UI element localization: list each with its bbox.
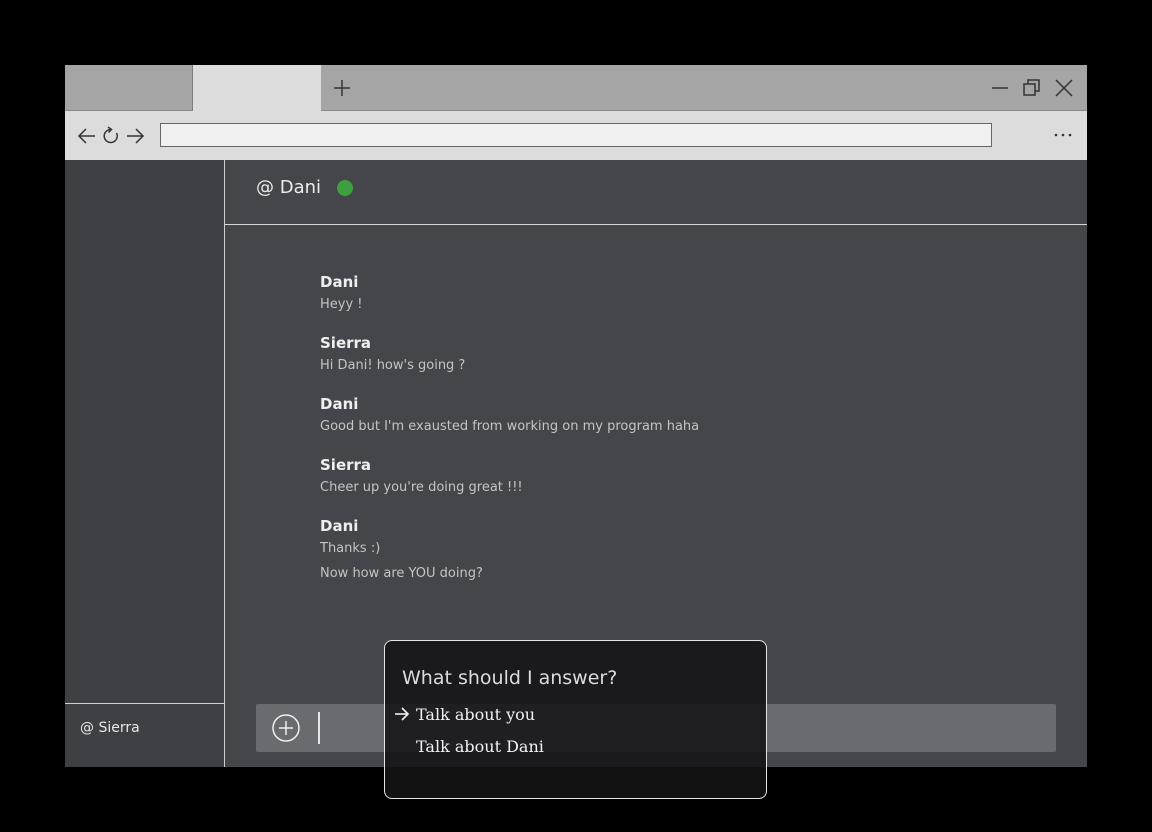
tab-active[interactable]: [193, 65, 321, 111]
current-user-label: @ Sierra: [80, 720, 140, 736]
message-list: Dani Heyy ! Sierra Hi Dani! how's going …: [320, 272, 1020, 602]
more-options-icon[interactable]: [1051, 125, 1075, 145]
restore-icon[interactable]: [1021, 77, 1043, 99]
plus-circle-icon[interactable]: [271, 713, 301, 743]
message-text: Hi Dani! how's going ?: [320, 358, 466, 373]
message-author: Dani: [320, 395, 359, 413]
message-item: Sierra Hi Dani! how's going ?: [320, 333, 1020, 377]
online-status-dot: [337, 180, 353, 196]
message-item: Dani Heyy !: [320, 272, 1020, 316]
text-caret: [318, 712, 320, 744]
message-text: Cheer up you're doing great !!!: [320, 480, 523, 495]
address-toolbar: [65, 111, 1087, 160]
answer-option-talk-about-you[interactable]: Talk about you: [416, 705, 535, 724]
message-author: Sierra: [320, 456, 372, 474]
tab-inactive[interactable]: [65, 65, 193, 111]
message-item: Sierra Cheer up you're doing great !!!: [320, 455, 1020, 499]
reload-icon[interactable]: [100, 125, 122, 147]
close-icon[interactable]: [1053, 77, 1075, 99]
tab-bar: [65, 65, 1087, 111]
message-text: Heyy !: [320, 297, 363, 312]
answer-option-talk-about-dani[interactable]: Talk about Dani: [416, 737, 544, 756]
message-text: Good but I'm exausted from working on my…: [320, 419, 700, 434]
address-bar-input[interactable]: [160, 123, 992, 147]
answer-choice-dialog: What should I answer? Talk about you Tal…: [384, 640, 767, 799]
message-author: Dani: [320, 517, 359, 535]
message-item: Dani Thanks :) Now how are YOU doing?: [320, 516, 1020, 585]
message-item: Dani Good but I'm exausted from working …: [320, 394, 1020, 438]
new-tab-icon[interactable]: [331, 77, 353, 99]
message-author: Sierra: [320, 334, 372, 352]
message-text: Now how are YOU doing?: [320, 566, 483, 581]
forward-arrow-icon[interactable]: [124, 125, 146, 147]
message-text: Thanks :): [320, 541, 381, 556]
back-arrow-icon[interactable]: [76, 125, 98, 147]
chat-header: @ Dani: [225, 160, 1087, 225]
selection-arrow-icon: [395, 707, 410, 721]
sidebar: @ Sierra: [65, 160, 225, 767]
minimize-icon[interactable]: [989, 77, 1011, 99]
dialog-title: What should I answer?: [402, 667, 618, 689]
current-user-panel[interactable]: @ Sierra: [65, 703, 224, 767]
chat-title: @ Dani: [256, 177, 322, 198]
message-author: Dani: [320, 273, 359, 291]
